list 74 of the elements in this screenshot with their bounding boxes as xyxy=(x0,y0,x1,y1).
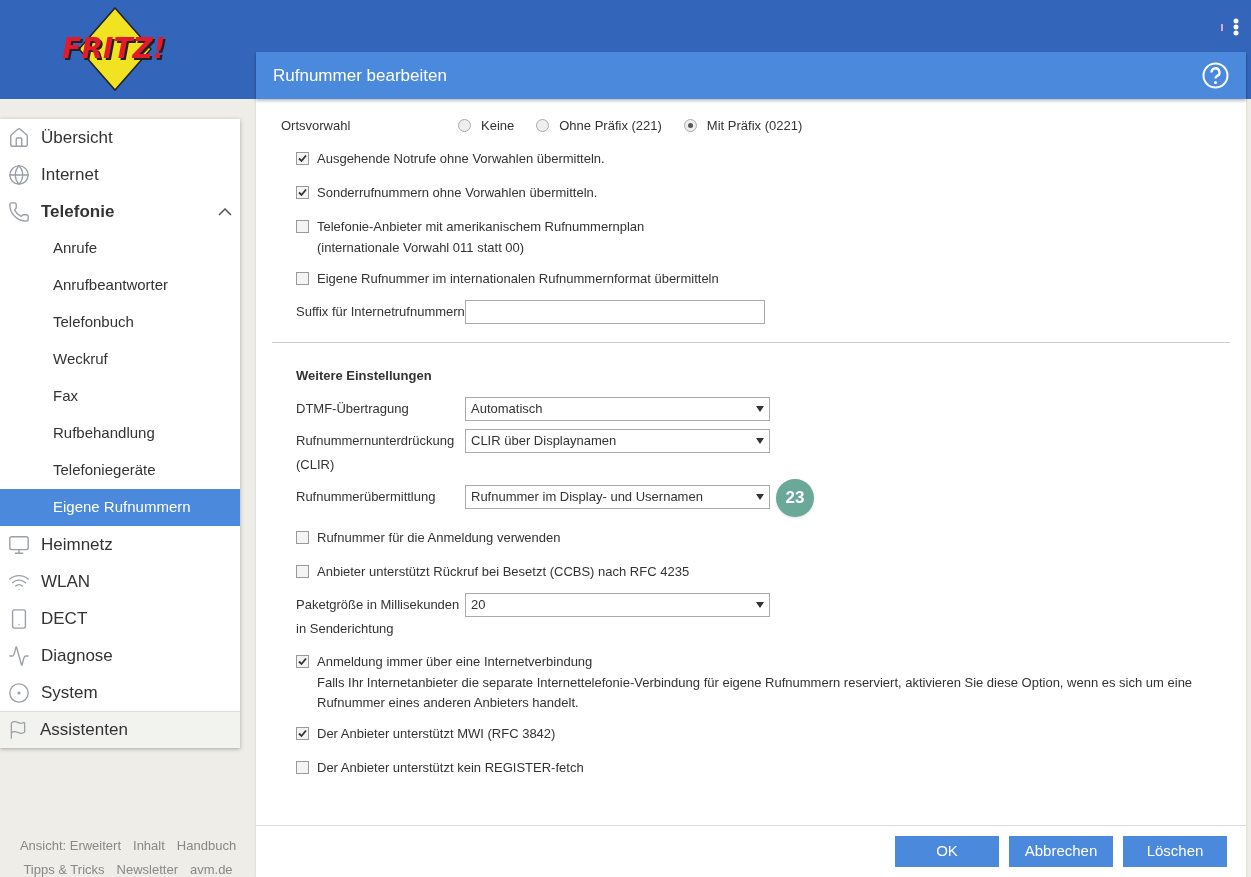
nav-subitem[interactable]: Telefonbuch xyxy=(0,304,240,341)
field-label: Rufnummerübermittlung xyxy=(295,487,437,506)
checkbox[interactable] xyxy=(296,655,309,668)
field-label: Rufnummernunterdrückung (CLIR) xyxy=(295,431,456,474)
radio-label: Mit Präfix (0221) xyxy=(706,117,803,135)
radio-button[interactable] xyxy=(458,119,471,133)
field-label: Suffix für Internetrufnummern xyxy=(295,302,465,321)
checkbox-label: Ausgehende Notrufe ohne Vorwahlen übermitteln. xyxy=(317,149,605,168)
nav-item[interactable]: Telefonie xyxy=(0,193,240,230)
dialog-title: Rufnummer bearbeiten xyxy=(273,64,447,87)
field-label: DTMF-Übertragung xyxy=(295,399,410,418)
nav-subitem[interactable]: Telefoniegeräte xyxy=(0,452,240,489)
pulse-icon xyxy=(8,644,30,667)
caret-icon xyxy=(756,437,764,444)
dropdown[interactable]: CLIR über Displaynamen xyxy=(465,428,770,453)
dialog-button[interactable]: Abbrechen xyxy=(1009,836,1113,867)
nav-subitem[interactable]: Weckruf xyxy=(0,341,240,378)
checkbox-label: Rufnummer für die Anmeldung verwenden xyxy=(317,528,561,547)
nav-subitem[interactable]: Fax xyxy=(0,378,240,415)
nav-item[interactable]: Internet xyxy=(0,156,240,193)
checkbox[interactable] xyxy=(296,272,309,285)
monitor-icon xyxy=(8,533,30,556)
checkbox[interactable] xyxy=(296,531,309,544)
radio-label: Ohne Präfix (221) xyxy=(559,117,662,135)
hint-text: (internationale Vorwahl 011 statt 00) xyxy=(316,238,526,257)
dropdown[interactable]: Rufnummer im Display- und Usernamen xyxy=(465,484,770,509)
caret-icon xyxy=(756,601,764,608)
phone-icon xyxy=(8,200,30,223)
field-label: Ortsvorwahl xyxy=(280,117,352,135)
nav-item[interactable]: Diagnose xyxy=(0,637,240,674)
radio-button[interactable] xyxy=(536,119,550,133)
checkbox[interactable] xyxy=(296,727,309,740)
nav-item[interactable]: System xyxy=(0,674,240,711)
checkbox-label: Telefonie-Anbieter mit amerikanischem Rufnummernplan xyxy=(317,217,645,236)
dropdown[interactable]: Automatisch xyxy=(465,396,770,421)
dialog-button[interactable]: OK xyxy=(895,836,999,867)
checkbox[interactable] xyxy=(296,565,309,578)
caret-icon xyxy=(756,405,764,412)
nav-item[interactable]: DECT xyxy=(0,600,240,637)
nav-subitem[interactable]: Eigene Rufnummern xyxy=(0,489,240,526)
globe-icon xyxy=(8,163,30,186)
collapse-icon[interactable] xyxy=(218,207,232,216)
checkbox-label: Anbieter unterstützt Rückruf bei Besetzt (CCBS) nach RFC 4235 xyxy=(317,562,690,581)
checkbox-label: Eigene Rufnummer im internationalen Rufnummernformat übermitteln xyxy=(317,269,719,288)
flag-icon xyxy=(8,720,28,740)
dialog-button[interactable]: Löschen xyxy=(1123,836,1227,867)
radio-button[interactable] xyxy=(683,119,697,133)
checkbox-label: Sonderrufnummern ohne Vorwahlen übermitteln. xyxy=(317,183,598,202)
nav-item[interactable]: WLAN xyxy=(0,563,240,600)
checkbox[interactable] xyxy=(296,220,309,233)
checkbox[interactable] xyxy=(296,152,309,165)
section-heading: Weitere Einstellungen xyxy=(295,366,433,385)
hint-text: Falls Ihr Internetanbieter die separate Internettelefonie-Verbindung für eigene Rufnummern reserviert, aktivieren Sie diese Option, wenn es sich um eine Rufnummer eines anderen Anbieters handelt. xyxy=(316,673,1194,712)
checkbox-label: Anmeldung immer über eine Internetverbindung xyxy=(317,652,593,671)
checkbox-label: Der Anbieter unterstützt kein REGISTER-fetch xyxy=(317,758,584,777)
caret-icon xyxy=(756,493,764,500)
input-field[interactable] xyxy=(465,299,765,324)
dropdown[interactable]: 20 xyxy=(465,592,770,617)
radio-label: Keine xyxy=(481,117,515,135)
help-icon[interactable] xyxy=(1202,62,1229,89)
nav-subitem[interactable]: Anrufe xyxy=(0,230,240,267)
home-icon xyxy=(8,126,30,149)
nav-subitem[interactable]: Anrufbeantworter xyxy=(0,267,240,304)
checkbox[interactable] xyxy=(296,761,309,774)
checkbox-label: Der Anbieter unterstützt MWI (RFC 3842) xyxy=(317,724,556,743)
nav-item[interactable]: Assistenten xyxy=(0,711,240,748)
target-icon xyxy=(8,681,30,704)
nav-subitem[interactable]: Rufbehandlung xyxy=(0,415,240,452)
field-label: Paketgröße in Millisekunden in Senderichtung xyxy=(295,595,461,638)
menu-icon[interactable] xyxy=(1233,18,1239,36)
step-badge: 23 xyxy=(776,478,814,517)
nav-item[interactable]: Übersicht xyxy=(0,119,240,156)
nav-item[interactable]: Heimnetz xyxy=(0,526,240,563)
checkbox[interactable] xyxy=(296,186,309,199)
